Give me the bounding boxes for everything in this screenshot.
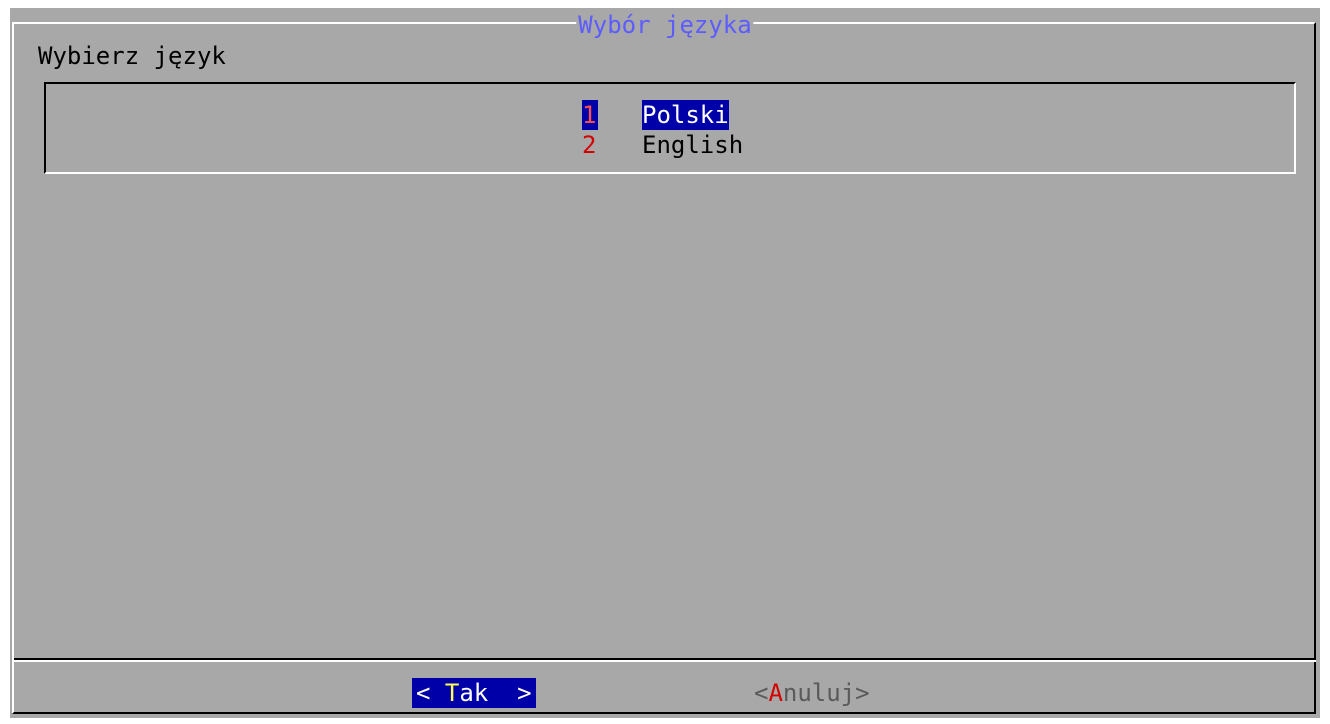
language-dialog: Wybór języka Wybierz język 1 Polski 2 En… (10, 8, 1320, 718)
ok-button-close: > (488, 679, 532, 707)
cancel-button-open: < (754, 679, 769, 707)
cancel-button-hotkey: A (768, 679, 783, 707)
menu-item-english[interactable]: 2 English (582, 130, 743, 160)
button-bar: < Tak > <Anuluj> (10, 678, 1320, 708)
menu-item-polski[interactable]: 1 Polski (582, 100, 743, 130)
cancel-button[interactable]: <Anuluj> (754, 678, 870, 708)
ok-button-rest: ak (459, 679, 489, 707)
menu-item-key: 1 (582, 100, 598, 130)
cancel-button-close: > (855, 679, 870, 707)
ok-button[interactable]: < Tak > (412, 678, 536, 708)
cancel-button-rest: nuluj (782, 679, 856, 707)
button-separator (14, 658, 1316, 662)
language-menu: 1 Polski 2 English (582, 100, 743, 160)
dialog-prompt: Wybierz język (38, 42, 226, 70)
dialog-title: Wybór języka (576, 11, 754, 39)
ok-button-hotkey: T (444, 679, 460, 707)
ok-button-open: < (416, 679, 445, 707)
menu-item-label: Polski (642, 100, 729, 130)
menu-item-label: English (642, 131, 744, 159)
menu-item-key: 2 (582, 131, 597, 159)
